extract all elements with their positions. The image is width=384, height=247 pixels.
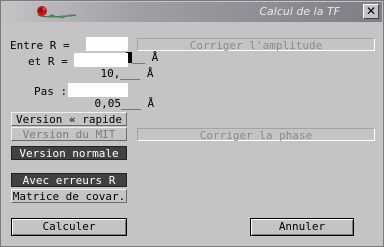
calculate-button[interactable]: Calculer <box>11 218 127 236</box>
window-title: Calcul de la TF <box>259 5 340 18</box>
tf-dialog-window: Calcul de la TF ✕ Entre R = 0,__ Å et R … <box>0 0 384 247</box>
cancel-button[interactable]: Annuler <box>250 218 354 236</box>
to-r-label: et R = <box>28 55 68 68</box>
title-bar[interactable]: Calcul de la TF ✕ <box>2 2 382 22</box>
to-r-input[interactable]: 10,___ Å <box>74 53 153 80</box>
step-input[interactable]: 0,05___ Å <box>68 83 154 110</box>
close-icon: ✕ <box>365 4 377 18</box>
version-rapide-toggle[interactable]: Version « rapide » <box>11 112 127 139</box>
step-value: 0,05___ Å <box>94 97 155 110</box>
to-r-value: 10,___ Å <box>100 67 154 80</box>
version-mit-toggle[interactable]: Version du MIT <box>11 127 127 141</box>
from-r-input[interactable]: 0,__ Å <box>86 37 158 64</box>
correct-phase-button[interactable]: Corriger la phase <box>137 128 375 142</box>
from-r-value-tail: __ Å <box>131 51 159 64</box>
rose-logo-icon <box>37 6 77 19</box>
close-button[interactable]: ✕ <box>363 4 379 19</box>
version-normale-toggle[interactable]: Version normale <box>11 146 127 160</box>
errors-r-toggle[interactable]: Avec erreurs R <box>11 173 127 187</box>
step-label: Pas : <box>34 85 68 98</box>
correct-amplitude-button[interactable]: Corriger l'amplitude <box>137 38 375 52</box>
from-r-label: Entre R = <box>10 39 70 52</box>
covariance-matrix-toggle[interactable]: Matrice de covar. <box>11 189 127 203</box>
